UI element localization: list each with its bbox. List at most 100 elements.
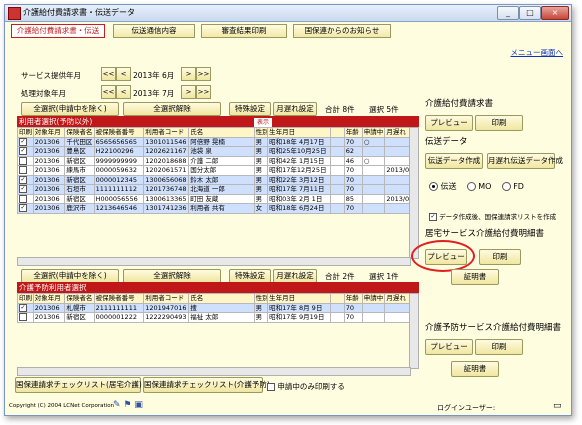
care-deselect-all-button[interactable]: 全選択解除: [123, 102, 221, 116]
column-header[interactable]: 印刷: [17, 293, 34, 304]
cell-code: 1202621167: [143, 146, 190, 157]
prev-certificate-button[interactable]: 証明書: [451, 361, 499, 377]
checklist-home-care-button[interactable]: 国保連請求チェックリスト(居宅介護): [15, 377, 142, 393]
service-month-value: 2013年 6月: [133, 71, 175, 80]
cell-insurer: 鹿沢市: [64, 203, 95, 214]
table-row[interactable]: ✓ 201306 石垣市 1111111112 1201736748 北海道 一郎男昭和1…: [17, 184, 417, 195]
table-row[interactable]: 201306 新宿区 H000056556 1300613365 町田 友蔵男昭和03年…: [17, 193, 417, 204]
process-prev-month-button[interactable]: <: [116, 85, 131, 99]
logout-icon[interactable]: ▭: [553, 401, 562, 411]
create-list-checkbox[interactable]: ✓: [429, 213, 437, 221]
column-header[interactable]: 利用者コード: [143, 127, 190, 138]
tab-notices[interactable]: 国保連からのお知らせ: [293, 24, 391, 38]
column-header[interactable]: 保険者名: [64, 127, 95, 138]
create-late-transmit-button[interactable]: 月遅れ伝送データ作成: [487, 153, 563, 169]
prev-vertical-scrollbar[interactable]: [409, 293, 419, 369]
care-special-setting-button[interactable]: 特殊設定: [229, 102, 271, 116]
column-header[interactable]: 印刷: [17, 127, 34, 138]
column-header[interactable]: 氏名: [188, 127, 255, 138]
care-horizontal-scrollbar[interactable]: [17, 257, 411, 266]
create-list-option[interactable]: ✓ データ作成後、国保連請求リストを作成: [429, 211, 556, 221]
tab-bar: 介護給付費請求書・伝送 伝送通信内容 審査結果印刷 国保連からのお知らせ: [5, 22, 571, 38]
column-header[interactable]: 申請中: [361, 293, 386, 304]
cell-birth: 昭和25年10月25日: [267, 146, 332, 157]
prev-special-setting-button[interactable]: 特殊設定: [229, 269, 271, 283]
prev-print-button[interactable]: 印刷: [475, 339, 523, 355]
cell-no: 1213646546: [93, 203, 145, 214]
prev-preview-button[interactable]: プレビュー: [425, 339, 473, 355]
table-row[interactable]: ✓ 201306 豊島区 H22100296 1202621167 池袋 泉男昭和25年1…: [17, 146, 417, 157]
column-header[interactable]: 年齢: [343, 293, 363, 304]
table-row[interactable]: ✓ 201306 新宿区 0000012345 1300656068 鈴木 太郎男昭和22…: [17, 174, 417, 185]
table-row[interactable]: 201306 新宿区 9999999999 1202018688 介護 二郎男昭和42年…: [17, 155, 417, 166]
print-checkbox[interactable]: [19, 156, 27, 165]
column-header[interactable]: [330, 127, 345, 138]
care-select-all-button[interactable]: 全選択(申請中を除く): [21, 102, 119, 116]
care-vertical-scrollbar[interactable]: [409, 127, 419, 259]
process-next-year-button[interactable]: >>: [196, 85, 211, 99]
column-header[interactable]: 年齢: [343, 127, 363, 138]
home-certificate-button[interactable]: 証明書: [451, 269, 499, 285]
column-header[interactable]: 保険者名: [64, 293, 95, 304]
column-header[interactable]: 対象年月: [32, 293, 66, 304]
column-header[interactable]: 性別: [253, 293, 269, 304]
radio-transmit[interactable]: [429, 182, 438, 191]
table-row[interactable]: 201306 新宿区 0000001222 1222290493 福祉 太郎男昭和17年…: [17, 312, 417, 323]
claim-preview-button[interactable]: プレビュー: [425, 115, 473, 131]
minimize-button[interactable]: _: [497, 6, 519, 20]
only-applying-checkbox[interactable]: [267, 383, 275, 391]
prev-late-setting-button[interactable]: 月遅れ設定: [273, 269, 317, 283]
print-checkbox[interactable]: [19, 194, 27, 203]
print-checkbox[interactable]: [19, 313, 27, 322]
print-checkbox[interactable]: ✓: [19, 147, 27, 156]
column-header[interactable]: 被保険者番号: [93, 127, 145, 138]
print-checkbox[interactable]: [19, 166, 27, 175]
only-applying-option[interactable]: 申請中のみ印刷する: [267, 381, 345, 392]
maximize-button[interactable]: □: [519, 6, 541, 20]
home-print-button[interactable]: 印刷: [479, 249, 521, 265]
table-row[interactable]: 201306 練馬市 0000059632 1202061571 国分太郎男昭和17年1…: [17, 165, 417, 176]
tab-claim-transmit[interactable]: 介護給付費請求書・伝送: [11, 24, 105, 38]
prev-horizontal-scrollbar[interactable]: [17, 367, 411, 376]
column-header[interactable]: 生年月日: [267, 293, 332, 304]
column-header[interactable]: 性別: [253, 127, 269, 138]
print-checkbox[interactable]: ✓: [19, 185, 27, 194]
radio-fd[interactable]: [501, 182, 511, 191]
table-row[interactable]: ✓ 201306 鹿沢市 1213646546 1301741236 利用者 共有女昭和1…: [17, 203, 417, 214]
create-transmit-button[interactable]: 伝送データ作成: [425, 153, 483, 169]
print-checkbox[interactable]: ✓: [19, 204, 27, 213]
print-checkbox[interactable]: ✓: [19, 137, 27, 146]
menu-link[interactable]: メニュー画面へ: [511, 47, 564, 58]
cell-print: [17, 193, 34, 204]
service-prev-month-button[interactable]: <: [116, 67, 131, 81]
prev-deselect-all-button[interactable]: 全選択解除: [123, 269, 221, 283]
column-header[interactable]: 生年月日: [267, 127, 332, 138]
process-next-month-button[interactable]: >: [181, 85, 196, 99]
column-header[interactable]: 氏名: [188, 293, 255, 304]
close-button[interactable]: ×: [541, 6, 569, 20]
care-total-count: 合計 8件: [325, 105, 355, 114]
print-checkbox[interactable]: ✓: [19, 303, 27, 312]
table-row[interactable]: ✓ 201306 札幌市 2111111111 1201947016 捜男昭和17年 8月…: [17, 302, 417, 313]
cell-insurer: 新宿区: [64, 174, 95, 185]
claim-print-button[interactable]: 印刷: [475, 115, 523, 131]
column-header[interactable]: 申請中: [361, 127, 386, 138]
table-row[interactable]: ✓ 201306 千代田区 6565656565 1301011546 阿倍野 晃楠男昭和…: [17, 136, 417, 147]
column-header[interactable]: 被保険者番号: [93, 293, 145, 304]
cell-birth: 昭和18年 4月17日: [267, 136, 332, 147]
service-next-year-button[interactable]: >>: [196, 67, 211, 81]
column-header[interactable]: 利用者コード: [143, 293, 190, 304]
prev-select-all-button[interactable]: 全選択(申請中を除く): [21, 269, 119, 283]
service-next-month-button[interactable]: >: [181, 67, 196, 81]
column-header[interactable]: [330, 293, 345, 304]
print-checkbox[interactable]: ✓: [19, 175, 27, 184]
checklist-preventive-button[interactable]: 国保連請求チェックリスト(介護予防): [143, 377, 270, 393]
tab-review-print[interactable]: 審査結果印刷: [201, 24, 287, 38]
cell-ym: 201306: [32, 203, 66, 214]
radio-mo[interactable]: [466, 182, 476, 191]
tab-transmit-content[interactable]: 伝送通信内容: [113, 24, 195, 38]
care-late-setting-button[interactable]: 月遅れ設定: [273, 102, 317, 116]
column-header[interactable]: 対象年月: [32, 127, 66, 138]
service-prev-year-button[interactable]: <<: [101, 67, 116, 81]
process-prev-year-button[interactable]: <<: [101, 85, 116, 99]
